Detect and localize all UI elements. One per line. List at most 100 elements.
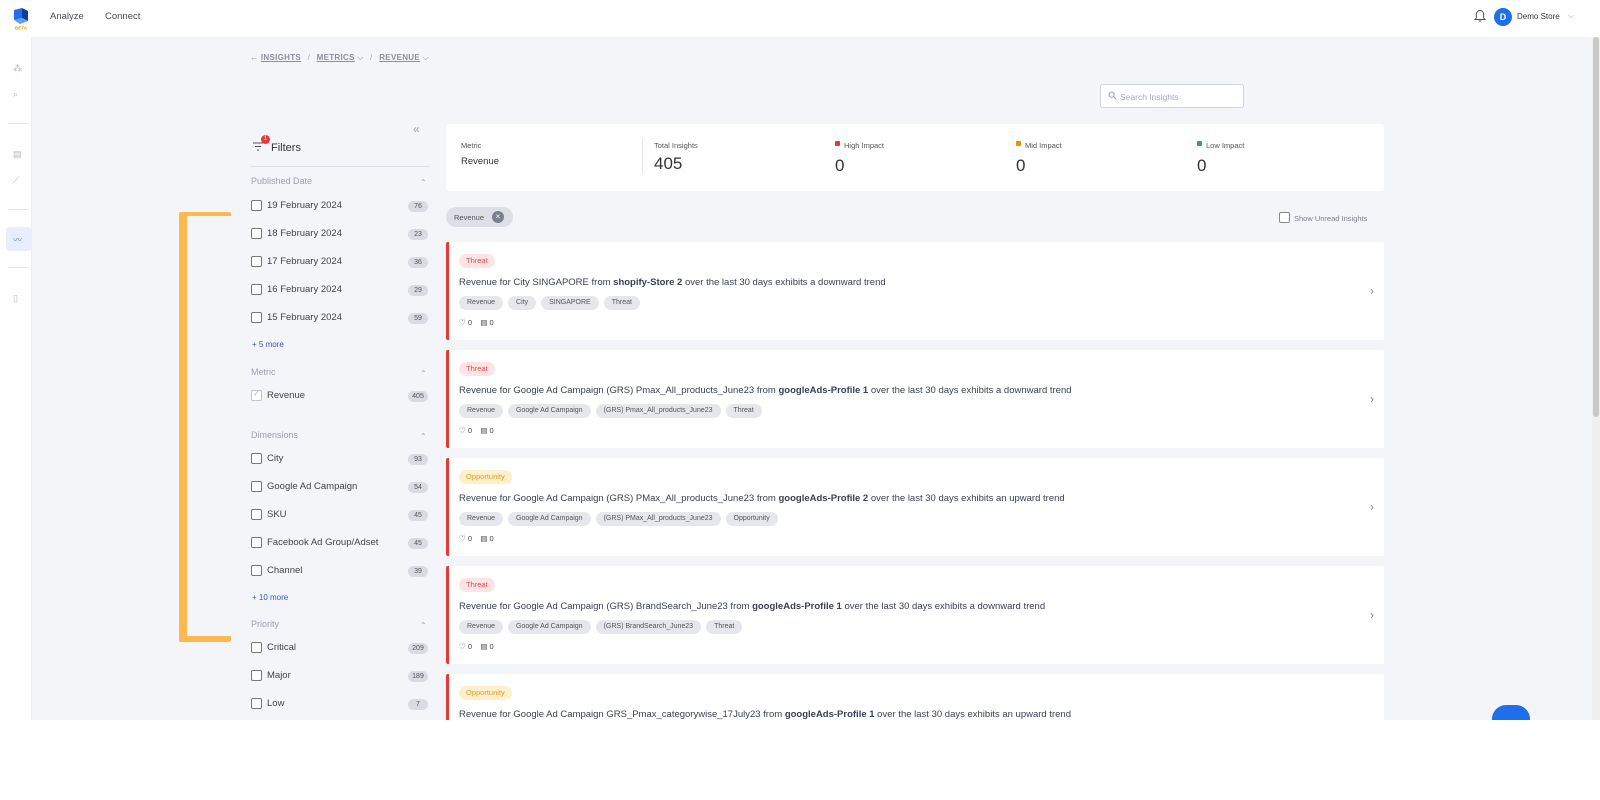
insight-title[interactable]: Revenue for City SINGAPORE from shopify-…	[459, 277, 886, 288]
filter-option[interactable]: Channel 39	[251, 565, 431, 579]
tag: (GRS) BrandSearch_June23	[595, 620, 702, 634]
option-count: 36	[408, 257, 428, 268]
filter-option[interactable]: 19 February 2024 76	[251, 200, 431, 214]
checkbox[interactable]	[251, 200, 262, 211]
back-arrow-icon[interactable]: ←	[250, 53, 258, 62]
checkbox[interactable]	[251, 284, 262, 295]
like-icon[interactable]: ♡	[459, 426, 466, 435]
checkbox-checked[interactable]	[251, 389, 262, 401]
tag: SINGAPORE	[541, 296, 599, 310]
like-icon[interactable]: ♡	[459, 642, 466, 651]
show-unread-checkbox[interactable]	[1279, 212, 1290, 223]
bell-icon[interactable]	[1473, 9, 1487, 23]
breadcrumb-revenue[interactable]: REVENUE	[379, 53, 420, 62]
app-logo[interactable]: BETA	[10, 6, 32, 30]
like-icon[interactable]: ♡	[459, 318, 466, 327]
title-source: googleAds-Profile 1	[778, 385, 869, 396]
checkbox[interactable]	[251, 509, 262, 520]
filter-option[interactable]: 17 February 2024 36	[251, 256, 431, 270]
filter-option[interactable]: Revenue 405	[251, 389, 431, 404]
checkbox[interactable]	[251, 698, 262, 709]
checkbox[interactable]	[251, 481, 262, 492]
section-dimensions[interactable]: Dimensions	[251, 430, 298, 440]
comment-icon[interactable]: ▤	[480, 318, 487, 327]
search-input[interactable]: Search Insights	[1100, 84, 1244, 108]
chevron-down-icon[interactable]: ⌵	[357, 53, 363, 62]
store-name[interactable]: Demo Store	[1517, 12, 1560, 21]
close-icon[interactable]: ×	[492, 211, 504, 223]
more-dimensions-link[interactable]: + 10 more	[252, 593, 288, 602]
insight-card[interactable]: Opportunity Revenue for Google Ad Campai…	[446, 458, 1384, 556]
filter-option[interactable]: Low 7	[251, 698, 431, 712]
chevron-up-icon[interactable]: ⌃	[420, 369, 427, 378]
section-metric[interactable]: Metric	[251, 367, 276, 377]
insight-title[interactable]: Revenue for Google Ad Campaign (GRS) PMa…	[459, 493, 1065, 504]
chevron-up-icon[interactable]: ⌃	[420, 432, 427, 441]
chevron-right-icon[interactable]: ›	[1370, 284, 1374, 298]
chevron-right-icon[interactable]: ›	[1370, 500, 1374, 514]
option-label: Low	[267, 698, 285, 709]
checkbox[interactable]	[251, 256, 262, 267]
filter-option[interactable]: Major 189	[251, 670, 431, 684]
title-text: Revenue for Google Ad Campaign (GRS) PMa…	[459, 493, 779, 504]
insights-trend-icon[interactable]: 〰	[13, 233, 25, 245]
breadcrumb-separator: /	[307, 53, 311, 62]
insight-title[interactable]: Revenue for Google Ad Campaign GRS_Pmax_…	[459, 709, 1071, 720]
section-published-date[interactable]: Published Date	[251, 176, 312, 186]
chevron-down-icon[interactable]: ⌵	[423, 53, 429, 62]
filter-option[interactable]: 16 February 2024 29	[251, 284, 431, 298]
filter-option[interactable]: 18 February 2024 23	[251, 228, 431, 242]
filter-option[interactable]: Critical 209	[251, 642, 431, 656]
dashboard-icon[interactable]: ▤	[13, 149, 25, 161]
trend-search-icon[interactable]: ⟋	[13, 175, 25, 187]
option-label: Major	[267, 670, 291, 681]
insight-card[interactable]: Threat Revenue for City SINGAPORE from s…	[446, 242, 1384, 340]
chevron-up-icon[interactable]: ⌃	[420, 178, 427, 187]
chat-launcher-button[interactable]	[1492, 705, 1530, 720]
scrollbar-thumb[interactable]	[1593, 37, 1599, 417]
chevron-right-icon[interactable]: ›	[1370, 392, 1374, 406]
document-icon[interactable]: ▯	[13, 293, 25, 305]
insight-card[interactable]: Threat Revenue for Google Ad Campaign (G…	[446, 566, 1384, 664]
collapse-filters-icon[interactable]: «	[413, 122, 420, 136]
nav-connect[interactable]: Connect	[105, 11, 140, 22]
comment-icon[interactable]: ▤	[480, 426, 487, 435]
title-source: googleAds-Profile 1	[784, 709, 875, 720]
show-unread-label[interactable]: Show Unread Insights	[1294, 214, 1367, 223]
checkbox[interactable]	[251, 642, 262, 653]
insight-card[interactable]: Threat Revenue for Google Ad Campaign (G…	[446, 350, 1384, 448]
page-scrollbar[interactable]	[1592, 37, 1600, 720]
filter-option[interactable]: Google Ad Campaign 54	[251, 481, 431, 495]
filter-option[interactable]: Facebook Ad Group/Adset 45	[251, 537, 431, 551]
chevron-right-icon[interactable]: ›	[1370, 608, 1374, 622]
checkbox[interactable]	[251, 228, 262, 239]
filter-option[interactable]: City 93	[251, 453, 431, 467]
high-impact-value: 0	[835, 156, 845, 175]
checkbox[interactable]	[251, 670, 262, 681]
more-dates-link[interactable]: + 5 more	[252, 340, 284, 349]
chevron-down-icon[interactable]: ⌵	[1568, 11, 1574, 21]
like-icon[interactable]: ♡	[459, 534, 466, 543]
store-avatar[interactable]: D	[1494, 8, 1512, 26]
filter-option[interactable]: SKU 45	[251, 509, 431, 523]
insight-title[interactable]: Revenue for Google Ad Campaign (GRS) Pma…	[459, 385, 1072, 396]
insight-title[interactable]: Revenue for Google Ad Campaign (GRS) Bra…	[459, 601, 1045, 612]
high-impact-label: High Impact	[844, 141, 885, 150]
comment-count: 0	[489, 318, 494, 327]
breadcrumb-metrics[interactable]: METRICS	[317, 53, 355, 62]
section-priority[interactable]: Priority	[251, 619, 279, 629]
search-insight-icon[interactable]: ⌕	[13, 89, 25, 101]
checkbox[interactable]	[251, 537, 262, 548]
filter-option[interactable]: 15 February 2024 59	[251, 312, 431, 326]
checkbox[interactable]	[251, 312, 262, 323]
comment-icon[interactable]: ▤	[480, 534, 487, 543]
nav-analyze[interactable]: Analyze	[50, 11, 84, 22]
insight-card[interactable]: Opportunity Revenue for Google Ad Campai…	[446, 674, 1384, 720]
comment-icon[interactable]: ▤	[480, 642, 487, 651]
mid-impact-label: Mid Impact	[1025, 141, 1062, 150]
chevron-up-icon[interactable]: ⌃	[420, 621, 427, 630]
breadcrumb-insights[interactable]: INSIGHTS	[261, 53, 301, 62]
checkbox[interactable]	[251, 453, 262, 464]
checkbox[interactable]	[251, 565, 262, 576]
hierarchy-icon[interactable]: ⁂	[13, 63, 25, 75]
